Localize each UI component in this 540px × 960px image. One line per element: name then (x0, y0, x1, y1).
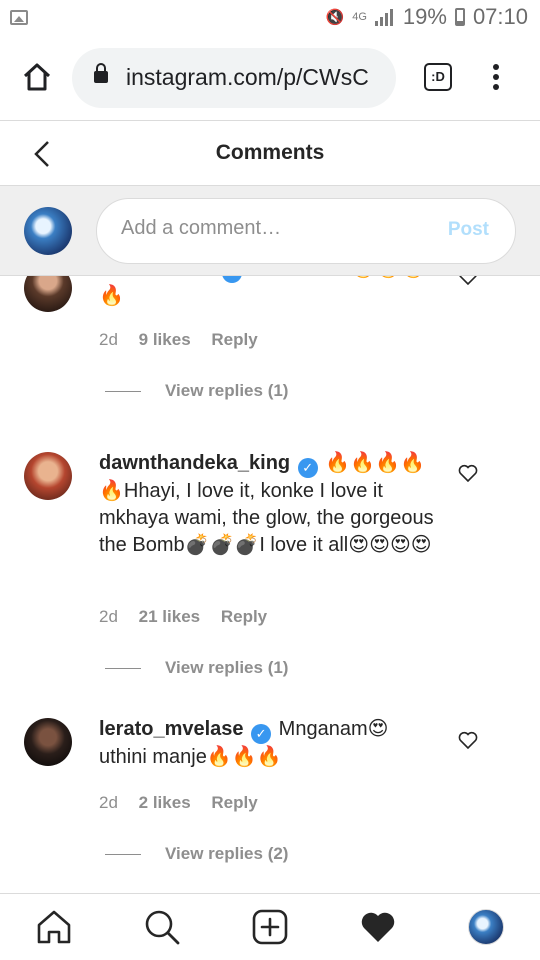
battery-icon (454, 8, 465, 26)
post-button[interactable]: Post (448, 219, 489, 241)
comment-meta: 2d 2 likes Reply (99, 793, 274, 813)
address-bar[interactable]: instagram.com/p/CWsC (72, 48, 396, 108)
gallery-notification-icon (10, 10, 28, 25)
avatar[interactable] (24, 718, 72, 766)
avatar[interactable] (24, 452, 72, 500)
url-text[interactable]: instagram.com/p/CWsC (126, 64, 388, 91)
replies-divider (105, 668, 141, 670)
clock: 07:10 (472, 4, 528, 29)
mute-icon: 🔇 (325, 9, 345, 26)
comments-header: Comments (0, 120, 540, 186)
bottom-navigation (0, 893, 540, 960)
avatar[interactable] (24, 276, 72, 312)
activity-heart-icon[interactable] (359, 908, 397, 946)
comment-composer: Post (0, 186, 540, 276)
view-replies[interactable]: View replies (2) (105, 844, 288, 864)
comment-text: lerato_mvelase ✓ Mnganam😍 uthini manje🔥🔥… (99, 716, 439, 771)
new-post-icon[interactable] (251, 908, 289, 946)
lock-icon (94, 63, 108, 83)
view-replies-label[interactable]: View replies (2) (165, 844, 288, 863)
signal-icon (374, 8, 395, 26)
replies-divider (105, 391, 141, 393)
tabs-button[interactable]: :D (424, 63, 452, 91)
profile-avatar[interactable] (468, 909, 504, 945)
comment-text: dawnthandeka_king ✓ 🔥🔥🔥🔥🔥Hhayi, I love i… (99, 450, 439, 559)
comment-time: 2d (99, 330, 118, 349)
heart-outline-icon[interactable] (458, 464, 478, 482)
like-count[interactable]: 21 likes (139, 607, 200, 626)
page-title: Comments (215, 141, 325, 164)
reply-button[interactable]: Reply (221, 607, 267, 626)
comment-meta: 2d 9 likes Reply (99, 330, 274, 350)
username[interactable]: bulisamuels (99, 276, 215, 279)
comment-time: 2d (99, 607, 118, 626)
replies-divider (105, 854, 141, 856)
home-icon[interactable] (35, 908, 73, 946)
overflow-menu-icon[interactable] (492, 64, 500, 92)
home-icon[interactable] (22, 62, 52, 92)
heart-outline-icon[interactable] (458, 276, 478, 285)
verified-badge-icon: ✓ (297, 458, 318, 478)
comment-time: 2d (99, 793, 118, 812)
network-type: 4G (352, 11, 367, 23)
status-right: 🔇 4G 19% 07:10 (326, 4, 528, 30)
verified-badge-icon: ✓ (222, 276, 243, 283)
username[interactable]: dawnthandeka_king (99, 452, 290, 474)
verified-badge-icon: ✓ (251, 724, 272, 744)
comment-input[interactable] (121, 217, 421, 240)
browser-toolbar: instagram.com/p/CWsC :D (0, 38, 540, 120)
like-count[interactable]: 9 likes (139, 330, 191, 349)
username[interactable]: lerato_mvelase (99, 718, 244, 740)
comment-text: bulisamuels ✓ Excuse Us 🔥🔥🔥🔥 (99, 276, 439, 310)
comment-meta: 2d 21 likes Reply (99, 607, 283, 627)
like-count[interactable]: 2 likes (139, 793, 191, 812)
view-replies[interactable]: View replies (1) (105, 381, 288, 401)
heart-outline-icon[interactable] (458, 731, 478, 749)
battery-percent: 19% (402, 4, 447, 29)
view-replies-label[interactable]: View replies (1) (165, 381, 288, 400)
reply-button[interactable]: Reply (211, 793, 257, 812)
reply-button[interactable]: Reply (211, 330, 257, 349)
status-bar: 🔇 4G 19% 07:10 (0, 0, 540, 38)
comment-box[interactable]: Post (96, 198, 516, 264)
view-replies[interactable]: View replies (1) (105, 658, 288, 678)
comment-content: Excuse Us 🔥🔥🔥🔥 (99, 276, 426, 307)
my-avatar (24, 207, 72, 255)
view-replies-label[interactable]: View replies (1) (165, 658, 288, 677)
comments-list[interactable]: bulisamuels ✓ Excuse Us 🔥🔥🔥🔥 2d 9 likes … (0, 276, 540, 893)
search-icon[interactable] (143, 908, 181, 946)
